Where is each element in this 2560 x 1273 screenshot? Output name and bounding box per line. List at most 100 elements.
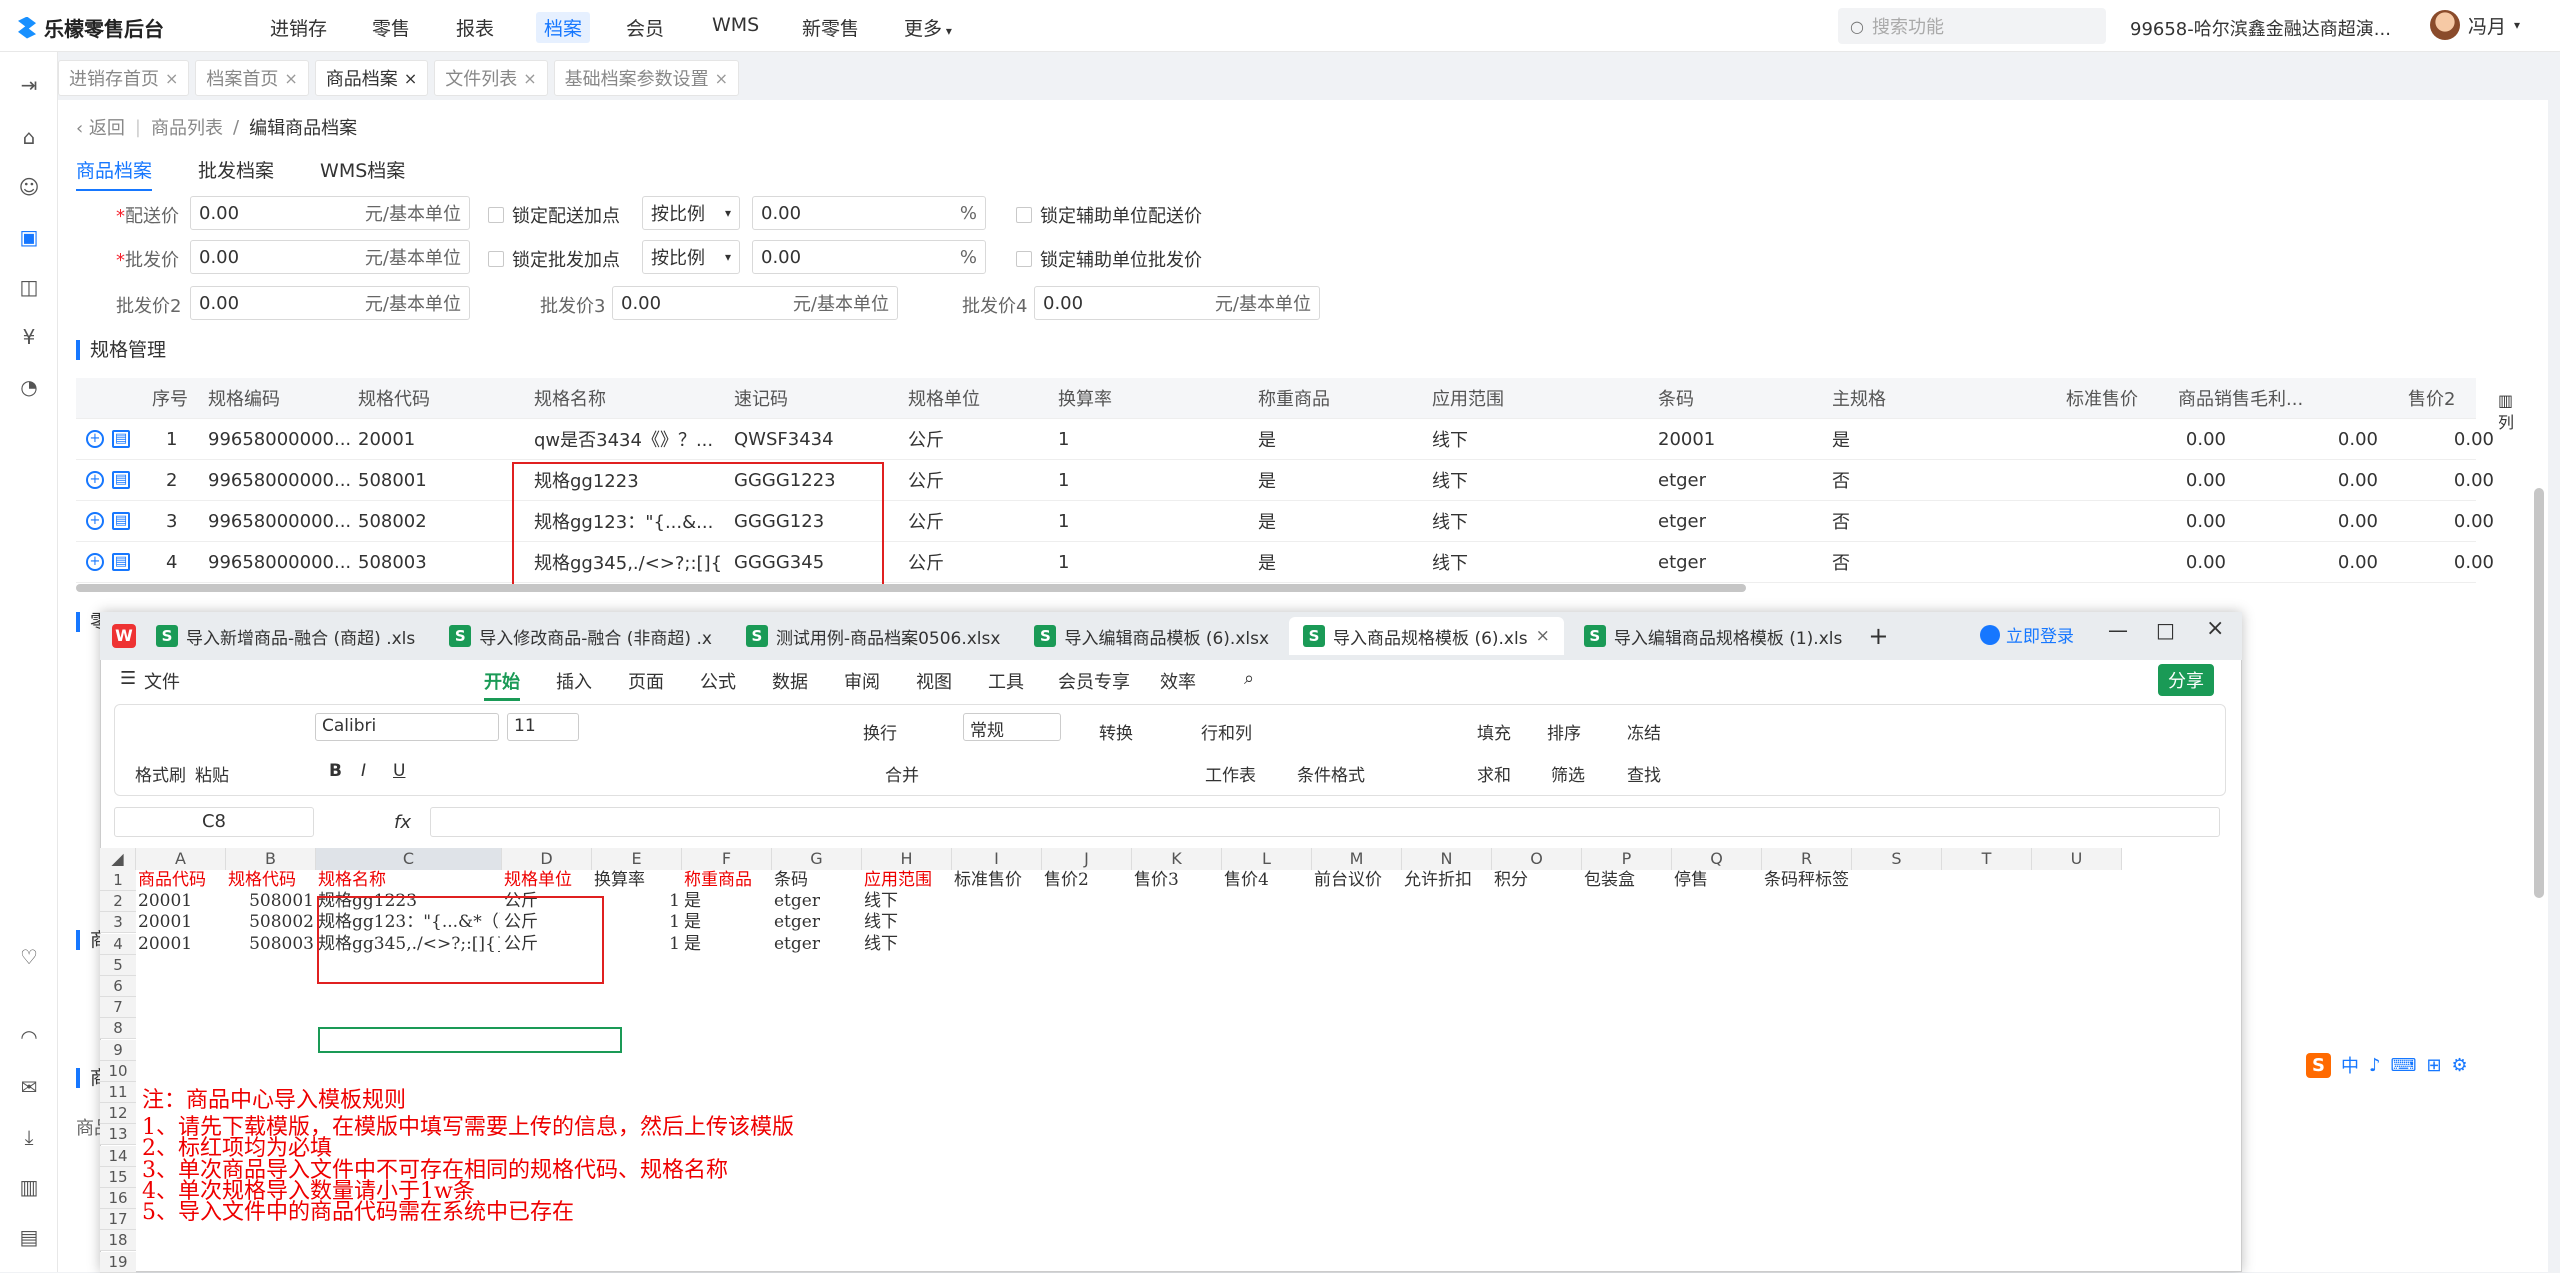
number-format-select[interactable]: 常规 — [963, 713, 1061, 741]
settings-icon[interactable]: ⚙ — [2452, 1055, 2468, 1076]
row-header[interactable]: 6 — [100, 976, 136, 997]
table-row[interactable]: + ▤ 4 99658000000... 508003 规格gg345,./<>?;:[]… — [76, 542, 2494, 583]
subtab-wholesale[interactable]: 批发档案 — [198, 156, 274, 191]
row-header[interactable]: 5 — [100, 954, 136, 976]
wholesale-price-input[interactable]: 0.00 元/基本单位 — [190, 240, 470, 274]
row-header[interactable]: 12 — [100, 1103, 136, 1125]
new-tab-icon[interactable]: + — [1868, 622, 1888, 650]
row-header[interactable]: 18 — [100, 1230, 136, 1252]
menu-tools[interactable]: 工具 — [988, 668, 1024, 694]
select-all-corner[interactable]: ◢ — [100, 848, 136, 870]
close-icon[interactable]: × — [1536, 626, 1550, 646]
sheet-cell[interactable]: 条码 — [774, 870, 860, 891]
sheet-cell[interactable]: 允许折扣 — [1404, 870, 1490, 891]
column-header[interactable]: I — [952, 848, 1042, 870]
file-tab[interactable]: S 导入修改商品-融合 (非商超) .x — [435, 617, 726, 655]
package-icon[interactable]: ◫ — [16, 274, 42, 300]
close-icon[interactable]: × — [404, 69, 417, 88]
bold-button[interactable]: B — [329, 761, 342, 781]
page-scrollbar[interactable] — [2534, 488, 2544, 898]
italic-button[interactable]: I — [361, 761, 366, 781]
column-header[interactable]: L — [1222, 848, 1312, 870]
share-button[interactable]: 分享 — [2158, 664, 2214, 696]
font-size-select[interactable]: 11 — [507, 713, 579, 741]
mic-icon[interactable]: ♪ — [2369, 1055, 2381, 1076]
merge-button[interactable]: 合并 — [885, 761, 919, 786]
ratio-select-2[interactable]: 按比例 ▾ — [642, 240, 740, 274]
column-header[interactable]: A — [136, 848, 226, 870]
subtab-wms[interactable]: WMS档案 — [320, 156, 405, 191]
column-header[interactable]: R — [1762, 848, 1852, 870]
maximize-icon[interactable]: □ — [2156, 618, 2175, 642]
close-icon[interactable]: × — [2206, 616, 2224, 641]
add-icon[interactable]: + — [86, 512, 104, 530]
column-header[interactable]: U — [2032, 848, 2122, 870]
menu-efficiency[interactable]: 效率 — [1160, 668, 1196, 694]
download-icon[interactable]: ⤓ — [16, 1124, 42, 1150]
lock-aux-wholesale-checkbox[interactable]: 锁定辅助单位批发价 — [1016, 246, 1202, 272]
table-row[interactable]: + ▤ 1 99658000000... 20001 qw是否3434《》？... QWSF… — [76, 419, 2494, 460]
back-link[interactable]: ‹ 返回 — [76, 114, 125, 140]
sheet-cell[interactable]: 商品代码 — [138, 870, 224, 891]
sheet-cell[interactable]: 售价3 — [1134, 870, 1220, 891]
lock-delivery-checkbox[interactable]: 锁定配送加点 — [488, 202, 620, 228]
close-icon[interactable]: × — [715, 69, 728, 88]
delete-icon[interactable]: ▤ — [112, 553, 130, 571]
sheet-cell[interactable]: 售价4 — [1224, 870, 1310, 891]
formula-input[interactable] — [430, 807, 2220, 837]
sheet-cell[interactable]: 508003 — [228, 934, 314, 955]
close-icon[interactable]: × — [523, 69, 536, 88]
sheet-cell[interactable]: etger — [774, 912, 860, 933]
menu-formula[interactable]: 公式 — [700, 668, 736, 694]
column-header[interactable]: J — [1042, 848, 1132, 870]
paste-button[interactable]: 粘贴 — [195, 761, 229, 786]
row-header[interactable]: 2 — [100, 891, 136, 913]
user-icon[interactable]: ☺ — [16, 174, 42, 200]
hamburger-icon[interactable]: ☰ — [120, 668, 136, 689]
ratio-select[interactable]: 按比例 ▾ — [642, 196, 740, 230]
menu-file[interactable]: 文件 — [144, 668, 180, 694]
nav-reports[interactable]: 报表 — [456, 14, 494, 41]
sheet-cell[interactable]: 20001 — [138, 891, 224, 912]
row-header[interactable]: 3 — [100, 912, 136, 934]
column-header[interactable]: O — [1492, 848, 1582, 870]
table-row[interactable]: + ▤ 2 99658000000... 508001 规格gg1223 GGGG1223 公… — [76, 460, 2494, 501]
wholesale2-input[interactable]: 0.00 元/基本单位 — [190, 286, 470, 320]
table-scrollbar[interactable] — [76, 584, 1746, 592]
sheet-cell[interactable]: 停售 — [1674, 870, 1760, 891]
nav-archive[interactable]: 档案 — [536, 12, 591, 43]
user-menu[interactable]: 冯月 ▾ — [2430, 10, 2520, 40]
nav-retail[interactable]: 零售 — [372, 14, 410, 41]
page-tab-active[interactable]: 商品档案 × — [314, 60, 429, 96]
cond-format-button[interactable]: 条件格式 — [1297, 761, 1365, 786]
row-header[interactable]: 13 — [100, 1124, 136, 1146]
file-tab[interactable]: S 导入编辑商品规格模板 (1).xls — [1570, 617, 1857, 655]
menu-data[interactable]: 数据 — [772, 668, 808, 694]
ime-toolbar[interactable]: S 中 ♪ ⌨ ⊞ ⚙ — [2306, 1052, 2468, 1078]
checkbox-box[interactable] — [1016, 251, 1032, 267]
mail-icon[interactable]: ✉ — [16, 1074, 42, 1100]
sheet-cell[interactable]: 线下 — [864, 891, 950, 912]
sheet-cell[interactable]: 条码秤标签号 — [1764, 870, 1850, 891]
menu-member[interactable]: 会员专享 — [1058, 668, 1130, 694]
search-input[interactable]: 搜索功能 — [1872, 13, 1944, 39]
login-button[interactable]: 立即登录 — [1980, 622, 2074, 647]
store-name[interactable]: 99658-哈尔滨鑫金融达商超演... — [2130, 15, 2391, 41]
sheet-cell[interactable]: 508002 — [228, 912, 314, 933]
sheet-cell[interactable]: 应用范围 — [864, 870, 950, 891]
sheet-cell[interactable]: 是 — [684, 891, 770, 912]
row-header[interactable]: 7 — [100, 997, 136, 1019]
column-header[interactable]: G — [772, 848, 862, 870]
file-tab[interactable]: S 导入新增商品-融合 (商超) .xls — [142, 617, 429, 655]
column-header[interactable]: N — [1402, 848, 1492, 870]
format-painter-button[interactable]: 格式刷 — [135, 761, 186, 786]
row-header[interactable]: 14 — [100, 1145, 136, 1167]
sheet-cell[interactable]: 包装盒 — [1584, 870, 1670, 891]
close-icon[interactable]: × — [284, 69, 297, 88]
add-icon[interactable]: + — [86, 430, 104, 448]
keyboard-icon[interactable]: ⌨ — [2390, 1055, 2416, 1076]
column-header[interactable]: K — [1132, 848, 1222, 870]
column-header[interactable]: C — [316, 848, 502, 870]
checkbox-box[interactable] — [488, 251, 504, 267]
sheet-cell[interactable]: 售价2 — [1044, 870, 1130, 891]
